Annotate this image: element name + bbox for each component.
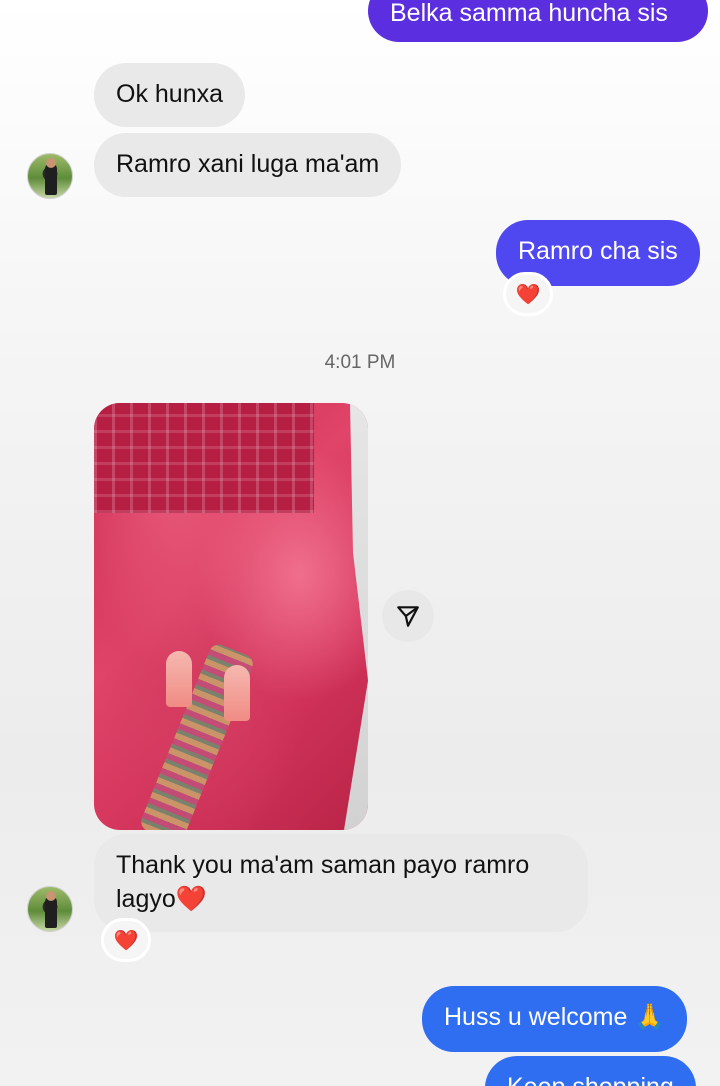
outgoing-message[interactable]: Belka samma huncha sis [368, 0, 708, 42]
message-text: Ok hunxa [116, 80, 224, 108]
message-text: Keep shopping [507, 1073, 674, 1086]
heart-reaction-icon[interactable]: ❤️ [101, 918, 151, 962]
incoming-message[interactable]: Ok hunxa [94, 63, 246, 127]
outgoing-message[interactable]: Huss u welcome 🙏 [422, 986, 688, 1052]
paper-plane-icon [397, 606, 419, 627]
contact-avatar[interactable] [27, 886, 73, 932]
message-text: Ramro xani luga ma'am [116, 150, 380, 178]
message-text-line: lagyo❤️ [116, 885, 207, 913]
message-text: Huss u welcome 🙏 [444, 1003, 666, 1031]
message-timestamp: 4:01 PM [324, 352, 396, 373]
photo-content [94, 403, 314, 513]
message-thread: Belka samma huncha sis Ok hunxa Ramro xa… [0, 0, 720, 1086]
heart-reaction-icon[interactable]: ❤️ [503, 272, 553, 316]
message-text-line: Thank you ma'am saman payo ramro [116, 851, 530, 879]
message-text: Ramro cha sis [518, 237, 678, 265]
outgoing-message[interactable]: Keep shopping [485, 1056, 696, 1086]
incoming-message[interactable]: Ramro xani luga ma'am [94, 133, 402, 197]
contact-avatar[interactable] [27, 153, 73, 199]
photo-message[interactable] [94, 403, 368, 830]
incoming-message[interactable]: Thank you ma'am saman payo ramro lagyo❤️ [94, 834, 588, 932]
share-button[interactable] [382, 590, 434, 642]
message-text: Belka samma huncha sis [390, 0, 668, 27]
